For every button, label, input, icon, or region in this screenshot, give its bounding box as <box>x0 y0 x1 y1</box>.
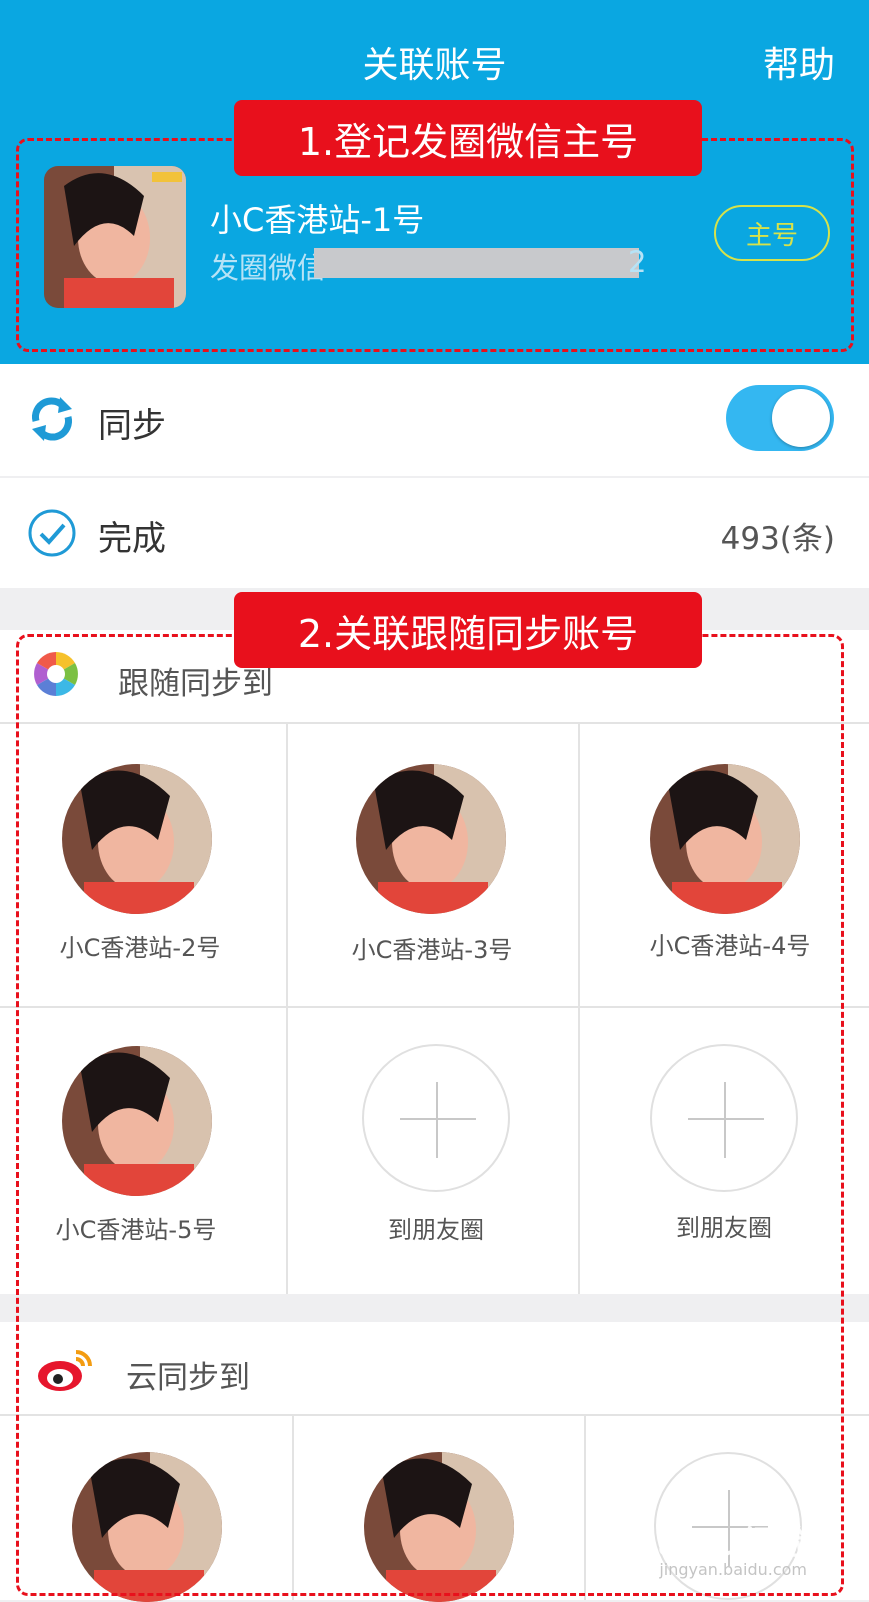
sync-icon <box>32 397 72 441</box>
annotation-step2: 2.关联跟随同步账号 <box>234 592 702 668</box>
sync-toggle-knob[interactable] <box>772 389 830 447</box>
annotation-frame-follow <box>16 634 844 1596</box>
annotation-step1: 1.登记发圈微信主号 <box>234 100 702 176</box>
sync-label: 同步 <box>98 406 166 446</box>
help-button[interactable]: 帮助 <box>763 36 835 88</box>
check-circle-icon <box>28 509 76 557</box>
page-title: 关联账号 <box>362 45 507 86</box>
done-label: 完成 <box>98 519 166 559</box>
watermark-url: jingyan.baidu.com <box>659 1560 807 1579</box>
watermark: Baidu经验 <box>631 1524 809 1564</box>
done-count: 493(条) <box>720 521 835 557</box>
